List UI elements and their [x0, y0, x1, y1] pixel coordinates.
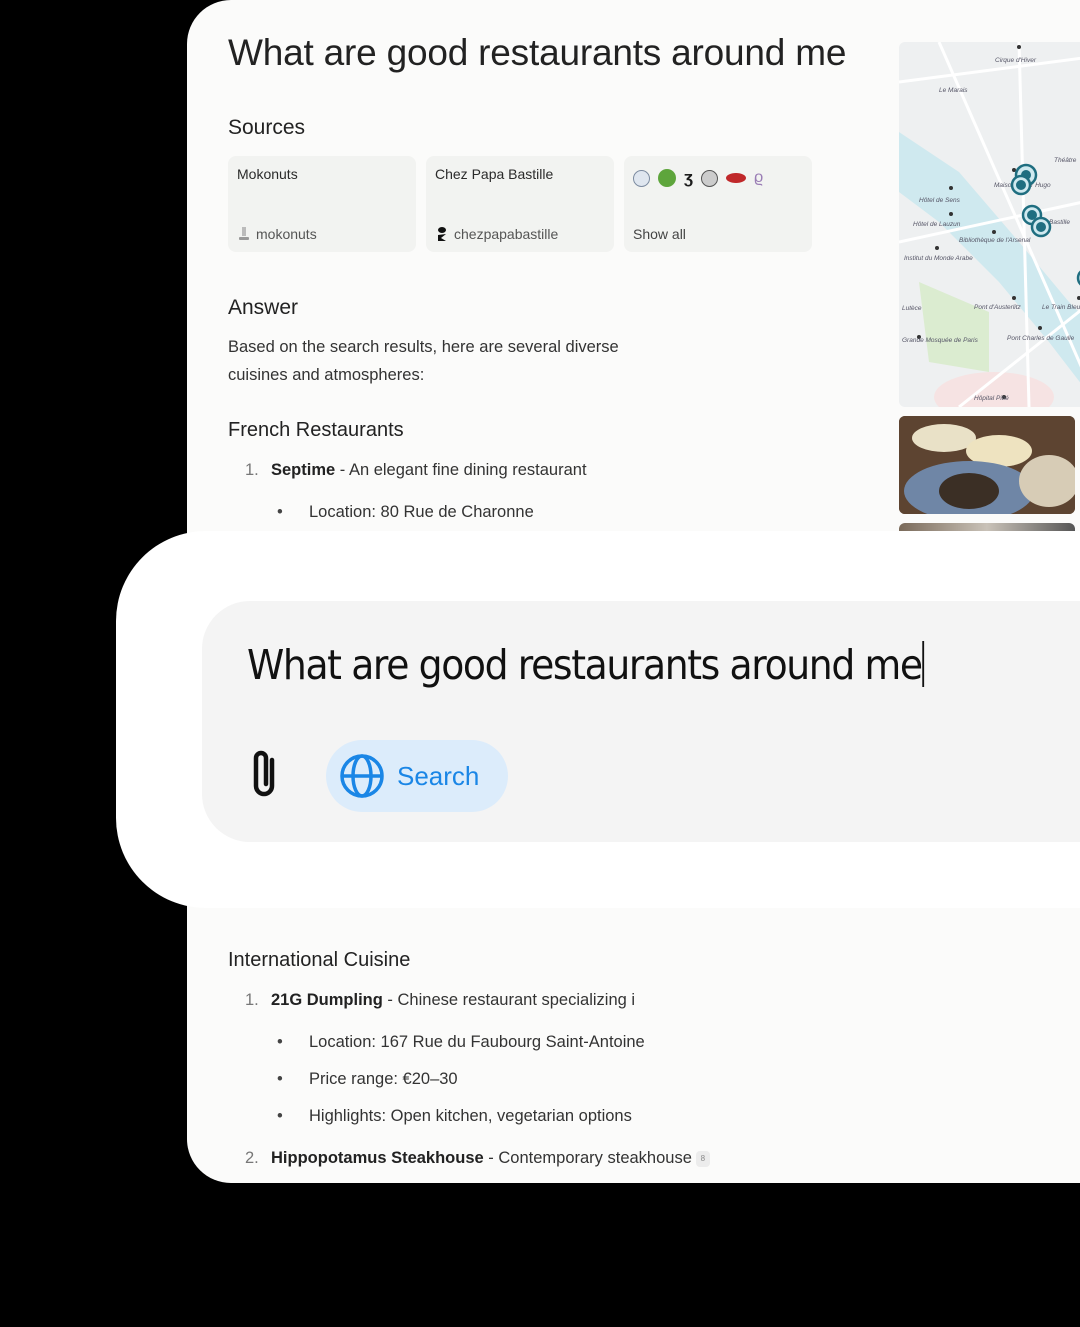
search-label: Search	[397, 760, 480, 791]
text-caret	[922, 641, 925, 687]
source-card-chezpapa[interactable]: Chez Papa Bastille chezpapabastille	[426, 156, 614, 252]
map-label: Cirque d'Hiver	[995, 57, 1037, 64]
source-domain: chezpapabastille	[454, 226, 559, 242]
map-canvas: Cirque d'Hiver Le Marais Théâtre Maison …	[899, 42, 1080, 407]
list-number: 1.	[245, 461, 259, 479]
map-label: Hôtel de Lauzun	[913, 221, 961, 228]
show-all-label: Show all	[633, 226, 686, 242]
map-label: Bastille	[1049, 219, 1070, 226]
map-marker-dot	[1016, 180, 1026, 190]
script-source-icon: ϱ	[753, 169, 764, 186]
restaurant-name: Hippopotamus Steakhouse	[271, 1149, 484, 1167]
list-item: 2. Hippopotamus Steakhouse - Contemporary…	[245, 1149, 710, 1168]
restaurant-photo[interactable]	[899, 416, 1075, 514]
map-label: Pont d'Austerlitz	[974, 304, 1022, 311]
red-source-icon	[725, 173, 746, 183]
bullet-item: Highlights: Open kitchen, vegetarian opt…	[277, 1107, 632, 1126]
source-icons-stack: ʒ ϱ	[633, 168, 803, 188]
source-card-mokonuts[interactable]: Mokonuts mokonuts	[228, 156, 416, 252]
list-item: 1. Septime - An elegant fine dining resta…	[245, 461, 587, 480]
paperclip-icon[interactable]	[244, 746, 284, 802]
chezpapa-favicon	[438, 227, 446, 241]
bullet-item: Location: 167 Rue du Faubourg Saint-Anto…	[277, 1033, 645, 1052]
restaurant-name: Septime	[271, 461, 336, 479]
map-marker-dot	[1036, 222, 1046, 232]
section-heading-international: International Cuisine	[228, 949, 411, 971]
map-label: Bibliothèque de l'Arsenal	[959, 237, 1031, 244]
list-item: 1. 21G Dumpling - Chinese restaurant spec…	[245, 991, 635, 1010]
map-label: Grande Mosquée de Paris	[902, 337, 979, 344]
source-domain: mokonuts	[256, 226, 317, 242]
badge-source-icon	[700, 169, 718, 187]
answer-intro: Based on the search results, here are se…	[228, 338, 619, 384]
food-photo-image	[899, 416, 1075, 514]
section-heading-french: French Restaurants	[228, 419, 404, 441]
input-value: What are good restaurants around me	[247, 641, 923, 689]
restaurant-desc: - An elegant fine dining restaurant	[335, 461, 587, 479]
citation-badge[interactable]: 8	[695, 1150, 710, 1167]
source-title: Chez Papa Bastille	[435, 166, 554, 182]
restaurant-desc: - Chinese restaurant specializing i	[382, 991, 636, 1009]
map-label: Pont Charles de Gaulle	[1007, 335, 1075, 342]
restaurant-desc: - Contemporary steakhouse	[483, 1149, 692, 1167]
query-input-text[interactable]: What are good restaurants around me	[247, 641, 925, 689]
restaurant-name: 21G Dumpling	[271, 991, 383, 1009]
restaurant-map[interactable]: Cirque d'Hiver Le Marais Théâtre Maison …	[899, 42, 1080, 407]
answer-heading: Answer	[228, 296, 299, 319]
sources-list: Mokonuts mokonuts Chez Papa Bastille che…	[228, 156, 812, 252]
list-number: 1.	[245, 991, 259, 1009]
query-input[interactable]: What are good restaurants around me Sear…	[202, 601, 1080, 842]
bullet-item: Location: 80 Rue de Charonne	[277, 503, 534, 522]
map-label: Le Marais	[939, 87, 968, 94]
map-label: Hôtel de Sens	[919, 197, 961, 204]
source-title: Mokonuts	[237, 166, 298, 182]
map-label: Lutèce	[902, 305, 922, 312]
show-all-sources-button[interactable]: ʒ ϱ Show all	[624, 156, 812, 252]
map-label: Institut du Monde Arabe	[904, 255, 973, 262]
map-label: Le Train Bleu	[1042, 304, 1080, 311]
list-number: 2.	[245, 1149, 259, 1167]
mokonuts-favicon	[239, 227, 249, 240]
globe-source-icon	[633, 169, 650, 187]
map-label: Théâtre	[1054, 157, 1077, 164]
green-source-icon	[658, 169, 676, 187]
search-toggle-button[interactable]: Search	[326, 740, 508, 812]
letter-source-icon: ʒ	[684, 168, 693, 187]
query-title: What are good restaurants around me	[228, 32, 847, 73]
map-label: Hôpital Pitié	[974, 395, 1009, 402]
bullet-item: Price range: €20–30	[277, 1070, 458, 1089]
sources-heading: Sources	[228, 116, 306, 139]
globe-icon	[340, 754, 384, 798]
composer-card: What are good restaurants around me Sear…	[116, 531, 1080, 908]
